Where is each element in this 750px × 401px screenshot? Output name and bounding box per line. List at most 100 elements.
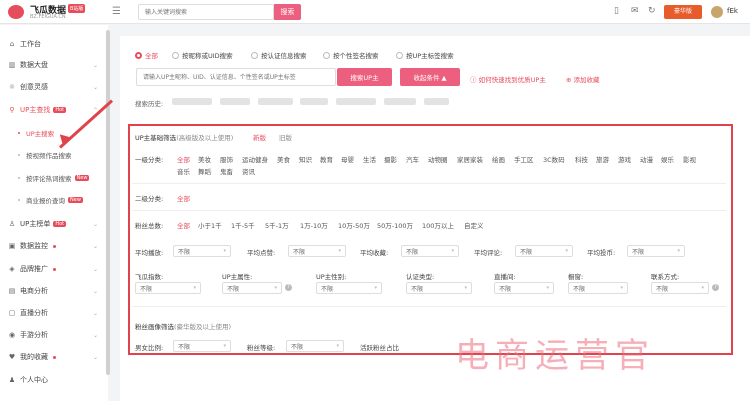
menu-toggle-icon[interactable]: ☰ — [112, 6, 121, 17]
search-mode-nickname[interactable]: 按昵称或UID搜索 — [172, 50, 233, 60]
search-mode-all[interactable]: 全部 — [135, 50, 158, 60]
category-option[interactable]: 游戏 — [618, 154, 631, 164]
cert-type-select[interactable]: 不限 ▾ — [406, 282, 472, 294]
sidebar-subitem-video-search[interactable]: 按视频作品搜索 — [0, 146, 108, 164]
category-option[interactable]: 美妆 — [198, 154, 211, 164]
history-item[interactable] — [220, 98, 250, 105]
category-option[interactable]: 知识 — [299, 154, 312, 164]
fans-option[interactable]: 50万-100万 — [377, 220, 413, 230]
category-option[interactable]: 运动健身 — [242, 154, 268, 164]
history-item[interactable] — [172, 98, 212, 105]
fans-option[interactable]: 100万以上 — [422, 220, 454, 230]
question-icon[interactable]: ? — [285, 284, 292, 291]
sidebar-item-monitor[interactable]: ▣ 数据监控 ⌄ — [0, 237, 108, 255]
category-option[interactable]: 母婴 — [341, 154, 354, 164]
live-room-select[interactable]: 不限 ▾ — [494, 282, 554, 294]
vip-button[interactable]: 豪华版 — [664, 5, 702, 19]
search-mode-tag[interactable]: 按UP主标签搜索 — [396, 50, 454, 60]
history-item[interactable] — [258, 98, 293, 105]
showcase-select[interactable]: 不限 ▾ — [568, 282, 628, 294]
avg-like-select[interactable]: 不限 ▾ — [288, 245, 346, 257]
sidebar-item-ecommerce[interactable]: ▤ 电商分析 ⌄ — [0, 282, 108, 300]
history-item[interactable] — [300, 98, 328, 105]
category-option[interactable]: 服饰 — [220, 154, 233, 164]
sidebar-subitem-quote-query[interactable]: 商业报价查询 New — [0, 191, 108, 209]
category-option[interactable]: 影视 — [683, 154, 696, 164]
fans-option[interactable]: 5千-1万 — [265, 220, 289, 230]
category-option[interactable]: 娱乐 — [661, 154, 674, 164]
category-option[interactable]: 汽车 — [406, 154, 419, 164]
sidebar-item-profile[interactable]: ♟ 个人中心 — [0, 371, 108, 389]
fans-option[interactable]: 10万-50万 — [338, 220, 370, 230]
sidebar-item-up-ranking[interactable]: ♙ UP主榜单 Hot ⌄ — [0, 215, 108, 233]
category-option[interactable]: 教育 — [320, 154, 333, 164]
collapse-conditions-button[interactable]: 收起条件 ▲ — [400, 68, 460, 86]
refresh-icon[interactable]: ↻ — [648, 6, 656, 16]
up-search-input[interactable] — [136, 68, 336, 86]
sidebar-item-brand[interactable]: ◈ 品牌推广 ⌄ — [0, 260, 108, 278]
add-favorite-link[interactable]: ⊕ 添加收藏 — [566, 74, 600, 84]
divider — [132, 306, 726, 307]
category-option[interactable]: 生活 — [363, 154, 376, 164]
sidebar-subitem-up-search[interactable]: UP主搜索 — [0, 124, 108, 142]
search-mode-certification[interactable]: 按认证信息搜索 — [251, 50, 307, 60]
global-search-input[interactable] — [138, 4, 274, 20]
tab-new[interactable]: 新版 — [253, 132, 266, 142]
history-item[interactable] — [424, 98, 449, 105]
tab-old[interactable]: 旧版 — [279, 132, 292, 142]
history-item[interactable] — [384, 98, 416, 105]
up-gender-select[interactable]: 不限 ▾ — [316, 282, 382, 294]
contact-select[interactable]: 不限 ▾ — [651, 282, 709, 294]
fan-level-select[interactable]: 不限 ▾ — [286, 340, 344, 352]
category-option[interactable]: 绘画 — [492, 154, 505, 164]
search-mode-signature[interactable]: 按个性签名搜索 — [323, 50, 379, 60]
category-option[interactable]: 科技 — [575, 154, 588, 164]
category-option[interactable]: 旅游 — [596, 154, 609, 164]
sidebar-subitem-comment-search[interactable]: 按评论热词搜索 New — [0, 169, 108, 187]
sidebar-item-favorites[interactable]: ♥ 我的收藏 ⌄ — [0, 348, 108, 366]
sidebar-item-dashboard[interactable]: ▥ 数据大盘 ⌄ — [0, 56, 108, 74]
fans-option[interactable]: 1千-5千 — [231, 220, 255, 230]
avg-comment-select[interactable]: 不限 ▾ — [515, 245, 573, 257]
username[interactable]: fEk — [727, 7, 738, 15]
avg-favorite-select[interactable]: 不限 ▾ — [401, 245, 459, 257]
sidebar-scrollbar[interactable] — [106, 30, 110, 375]
user-icon: ♙ — [8, 220, 16, 228]
category-option[interactable]: 美食 — [277, 154, 290, 164]
search-up-button[interactable]: 搜索UP主 — [337, 68, 392, 86]
global-search-button[interactable]: 搜索 — [274, 4, 301, 20]
category-option[interactable]: 家居家装 — [457, 154, 483, 164]
history-item[interactable] — [336, 98, 376, 105]
sidebar-item-inspiration[interactable]: ☼ 创意灵感 ⌄ — [0, 78, 108, 96]
sidebar-item-workbench[interactable]: ⌂ 工作台 — [0, 35, 108, 53]
logo-icon[interactable] — [8, 5, 24, 19]
category-option[interactable]: 鬼畜 — [220, 166, 233, 176]
feigua-index-select[interactable]: 不限 ▾ — [135, 282, 201, 294]
category-option[interactable]: 舞蹈 — [198, 166, 211, 176]
category-option[interactable]: 手工区 — [514, 154, 534, 164]
sidebar-item-live[interactable]: ▢ 直播分析 ⌄ — [0, 304, 108, 322]
fans-option[interactable]: 小于1千 — [198, 220, 222, 230]
category-option[interactable]: 音乐 — [177, 166, 190, 176]
category-option[interactable]: 动漫 — [640, 154, 653, 164]
category-option[interactable]: 动物圈 — [428, 154, 448, 164]
mobile-icon[interactable]: ▯ — [614, 6, 619, 16]
gender-ratio-select[interactable]: 不限 ▾ — [173, 340, 231, 352]
category-option[interactable]: 资讯 — [242, 166, 255, 176]
avatar[interactable] — [711, 6, 723, 18]
category2-option[interactable]: 全部 — [177, 193, 190, 203]
avg-coin-select[interactable]: 不限 ▾ — [627, 245, 685, 257]
avg-play-select[interactable]: 不限 ▾ — [173, 245, 231, 257]
fans-option[interactable]: 全部 — [177, 220, 190, 230]
sidebar-item-mobile-game[interactable]: ◉ 手游分析 ⌄ — [0, 326, 108, 344]
question-icon[interactable]: ? — [712, 284, 719, 291]
category-option[interactable]: 全部 — [177, 154, 190, 164]
up-attribute-select[interactable]: 不限 ▾ — [222, 282, 282, 294]
fans-option[interactable]: 自定义 — [464, 220, 484, 230]
avg-favorite-label: 平均收藏: — [360, 249, 389, 257]
message-icon[interactable]: ✉ — [631, 6, 639, 16]
category-option[interactable]: 摄影 — [384, 154, 397, 164]
fans-option[interactable]: 1万-10万 — [300, 220, 328, 230]
category-option[interactable]: 3C数码 — [543, 154, 565, 164]
help-link[interactable]: ⓘ 如何快速找到优质UP主 — [470, 74, 546, 84]
